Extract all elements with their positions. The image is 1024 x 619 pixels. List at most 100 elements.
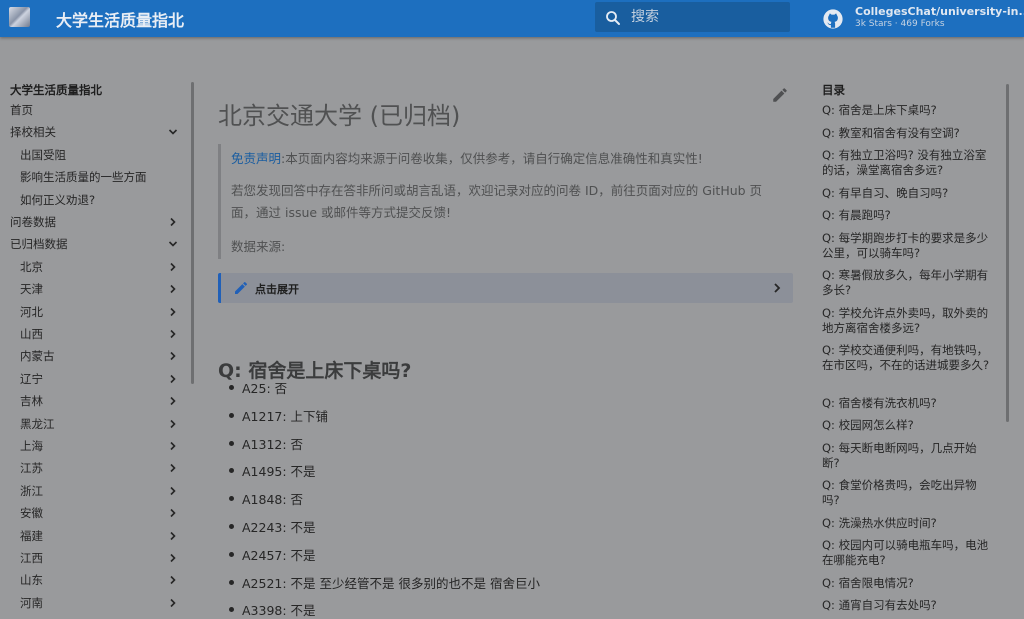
edit-icon[interactable]	[771, 86, 789, 104]
toc-link[interactable]: Q: 食堂价格贵吗，会吃出异物吗?	[822, 478, 992, 508]
chevron-right-icon[interactable]	[168, 553, 178, 563]
toc-title: 目录	[822, 83, 845, 97]
nav-item-label: 已归档数据	[10, 237, 68, 252]
nav-item-label: 首页	[10, 103, 33, 117]
chevron-right-icon[interactable]	[168, 284, 178, 294]
nav-item[interactable]: 江西	[20, 548, 43, 568]
nav-item[interactable]: 上海	[20, 436, 43, 456]
nav-item-label: 山东	[20, 573, 43, 588]
search-box[interactable]	[595, 2, 790, 32]
nav-item[interactable]: 福建	[20, 526, 43, 546]
toc-link[interactable]: Q: 学校允许点外卖吗，取外卖的地方离宿舍楼多远?	[822, 306, 992, 336]
nav-item-label: 辽宁	[20, 371, 43, 386]
toc-link[interactable]: Q: 学校交通便利吗，有地铁吗，在市区吗，不在的话进城要多久?	[822, 343, 992, 373]
answer-item: A1495: 不是	[242, 464, 316, 480]
nav-item[interactable]: 山东	[20, 570, 43, 590]
disclaimer-line: 免责声明:本页面内容均来源于问卷收集，仅供参考，请自行确定信息准确性和真实性!	[231, 148, 703, 170]
nav-item[interactable]: 北京	[20, 257, 43, 277]
chevron-right-icon[interactable]	[168, 486, 178, 496]
nav-item[interactable]: 河北	[20, 302, 43, 322]
repo-stats: 3k Stars · 469 Forks	[855, 19, 945, 29]
nav-item[interactable]: 择校相关	[10, 122, 56, 142]
site-title[interactable]: 大学生活质量指北	[56, 7, 184, 31]
answer-item: A1312: 否	[242, 436, 304, 452]
chevron-right-icon[interactable]	[168, 217, 178, 227]
chevron-right-icon[interactable]	[168, 307, 178, 317]
toc-link[interactable]: Q: 有早自习、晚自习吗?	[822, 186, 992, 201]
chevron-right-icon[interactable]	[168, 396, 178, 406]
nav-item[interactable]: 已归档数据	[10, 234, 68, 254]
nav-item[interactable]: 辽宁	[20, 369, 43, 389]
chevron-right-icon[interactable]	[168, 262, 178, 272]
answer-item: A1848: 否	[242, 492, 304, 508]
chevron-right-icon[interactable]	[168, 575, 178, 585]
toc-link[interactable]: Q: 寒暑假放多久，每年小学期有多长?	[822, 268, 992, 298]
site-logo[interactable]	[9, 7, 30, 27]
bullet	[229, 551, 234, 557]
toc-link[interactable]: Q: 校园内可以骑电瓶车吗，电池在哪能充电?	[822, 538, 992, 568]
nav-item-label: 黑龙江	[20, 416, 55, 431]
nav-item-label: 择校相关	[10, 125, 56, 140]
answer-item: A2457: 不是	[242, 547, 316, 563]
chevron-right-icon[interactable]	[168, 419, 178, 429]
nav-item-label: 影响生活质量的一些方面	[20, 170, 147, 185]
disclaimer-note: 免责声明:本页面内容均来源于问卷收集，仅供参考，请自行确定信息准确性和真实性! …	[218, 144, 793, 259]
nav-item[interactable]: 江苏	[20, 458, 43, 478]
nav-item-label: 浙江	[20, 483, 43, 498]
github-repo-link[interactable]: CollegesChat/university-in... 3k Stars ·…	[822, 4, 1024, 32]
nav-item-label: 江西	[20, 551, 43, 565]
toc-link[interactable]: Q: 宿舍是上床下桌吗?	[822, 103, 992, 118]
nav-item-label: 问卷数据	[10, 215, 56, 229]
search-icon[interactable]	[604, 9, 622, 27]
disclaimer-link[interactable]: 免责声明	[231, 151, 281, 166]
repo-name: CollegesChat/university-in...	[855, 5, 1024, 18]
answer-item: A1217: 上下铺	[242, 408, 329, 424]
nav-item[interactable]: 浙江	[20, 481, 43, 501]
toc-link[interactable]: Q: 有独立卫浴吗? 没有独立浴室的话，澡堂离宿舍多远?	[822, 148, 992, 178]
nav-item[interactable]: 黑龙江	[20, 414, 55, 434]
toc-link[interactable]: Q: 校园网怎么样?	[822, 418, 992, 433]
nav-item[interactable]: 如何正义劝退?	[20, 190, 95, 210]
nav-item[interactable]: 山西	[20, 324, 43, 344]
nav-item[interactable]: 河南	[20, 593, 43, 613]
answer-item: A2243: 不是	[242, 520, 316, 535]
report-line-2: 面，通过 issue 或邮件等方式提交反馈!	[231, 205, 452, 220]
expand-details[interactable]: 点击展开	[218, 273, 793, 303]
nav-item[interactable]: 问卷数据	[10, 212, 56, 232]
answer-item: A2521: 不是 至少经管不是 很多别的也不是 宿舍巨小	[242, 575, 540, 591]
nav-item[interactable]: 影响生活质量的一些方面	[20, 167, 147, 187]
chevron-right-icon[interactable]	[168, 531, 178, 541]
chevron-down-icon[interactable]	[168, 127, 178, 137]
nav-item[interactable]: 吉林	[20, 391, 43, 411]
nav-item[interactable]: 安徽	[20, 503, 43, 523]
chevron-right-icon	[774, 283, 781, 293]
nav-item-label: 河南	[20, 595, 43, 610]
chevron-right-icon[interactable]	[168, 463, 178, 473]
chevron-right-icon[interactable]	[168, 598, 178, 608]
nav-item[interactable]: 首页	[10, 100, 33, 120]
nav-item[interactable]: 内蒙古	[20, 346, 55, 366]
search-input[interactable]	[631, 6, 781, 28]
report-line-1: 若您发现回答中存在答非所问或胡言乱语，欢迎记录对应的问卷 ID，前往页面对应的 …	[231, 183, 763, 198]
chevron-right-icon[interactable]	[168, 374, 178, 384]
answer-item: A3398: 不是	[242, 603, 316, 619]
nav-item[interactable]: 天津	[20, 279, 43, 299]
nav-scrollbar[interactable]	[191, 82, 194, 384]
toc-link[interactable]: Q: 每学期跑步打卡的要求是多少公里，可以骑车吗?	[822, 231, 992, 261]
toc-link[interactable]: Q: 教室和宿舍有没有空调?	[822, 126, 992, 141]
toc-link[interactable]: Q: 有晨跑吗?	[822, 208, 992, 223]
chevron-right-icon[interactable]	[168, 508, 178, 518]
nav-item-label: 如何正义劝退?	[20, 192, 96, 207]
chevron-right-icon[interactable]	[168, 351, 178, 361]
bullet	[229, 579, 234, 585]
toc-link[interactable]: Q: 宿舍楼有洗衣机吗?	[822, 396, 992, 411]
toc-link[interactable]: Q: 洗澡热水供应时间?	[822, 516, 992, 531]
nav-item[interactable]: 出国受阻	[20, 145, 66, 165]
toc-scrollbar[interactable]	[1006, 84, 1009, 422]
chevron-right-icon[interactable]	[168, 329, 178, 339]
toc-link[interactable]: Q: 每天断电断网吗，几点开始断?	[822, 441, 992, 471]
toc-link[interactable]: Q: 宿舍限电情况?	[822, 576, 992, 591]
toc-link[interactable]: Q: 通宵自习有去处吗?	[822, 598, 992, 613]
chevron-right-icon[interactable]	[168, 441, 178, 451]
chevron-down-icon[interactable]	[168, 239, 178, 249]
